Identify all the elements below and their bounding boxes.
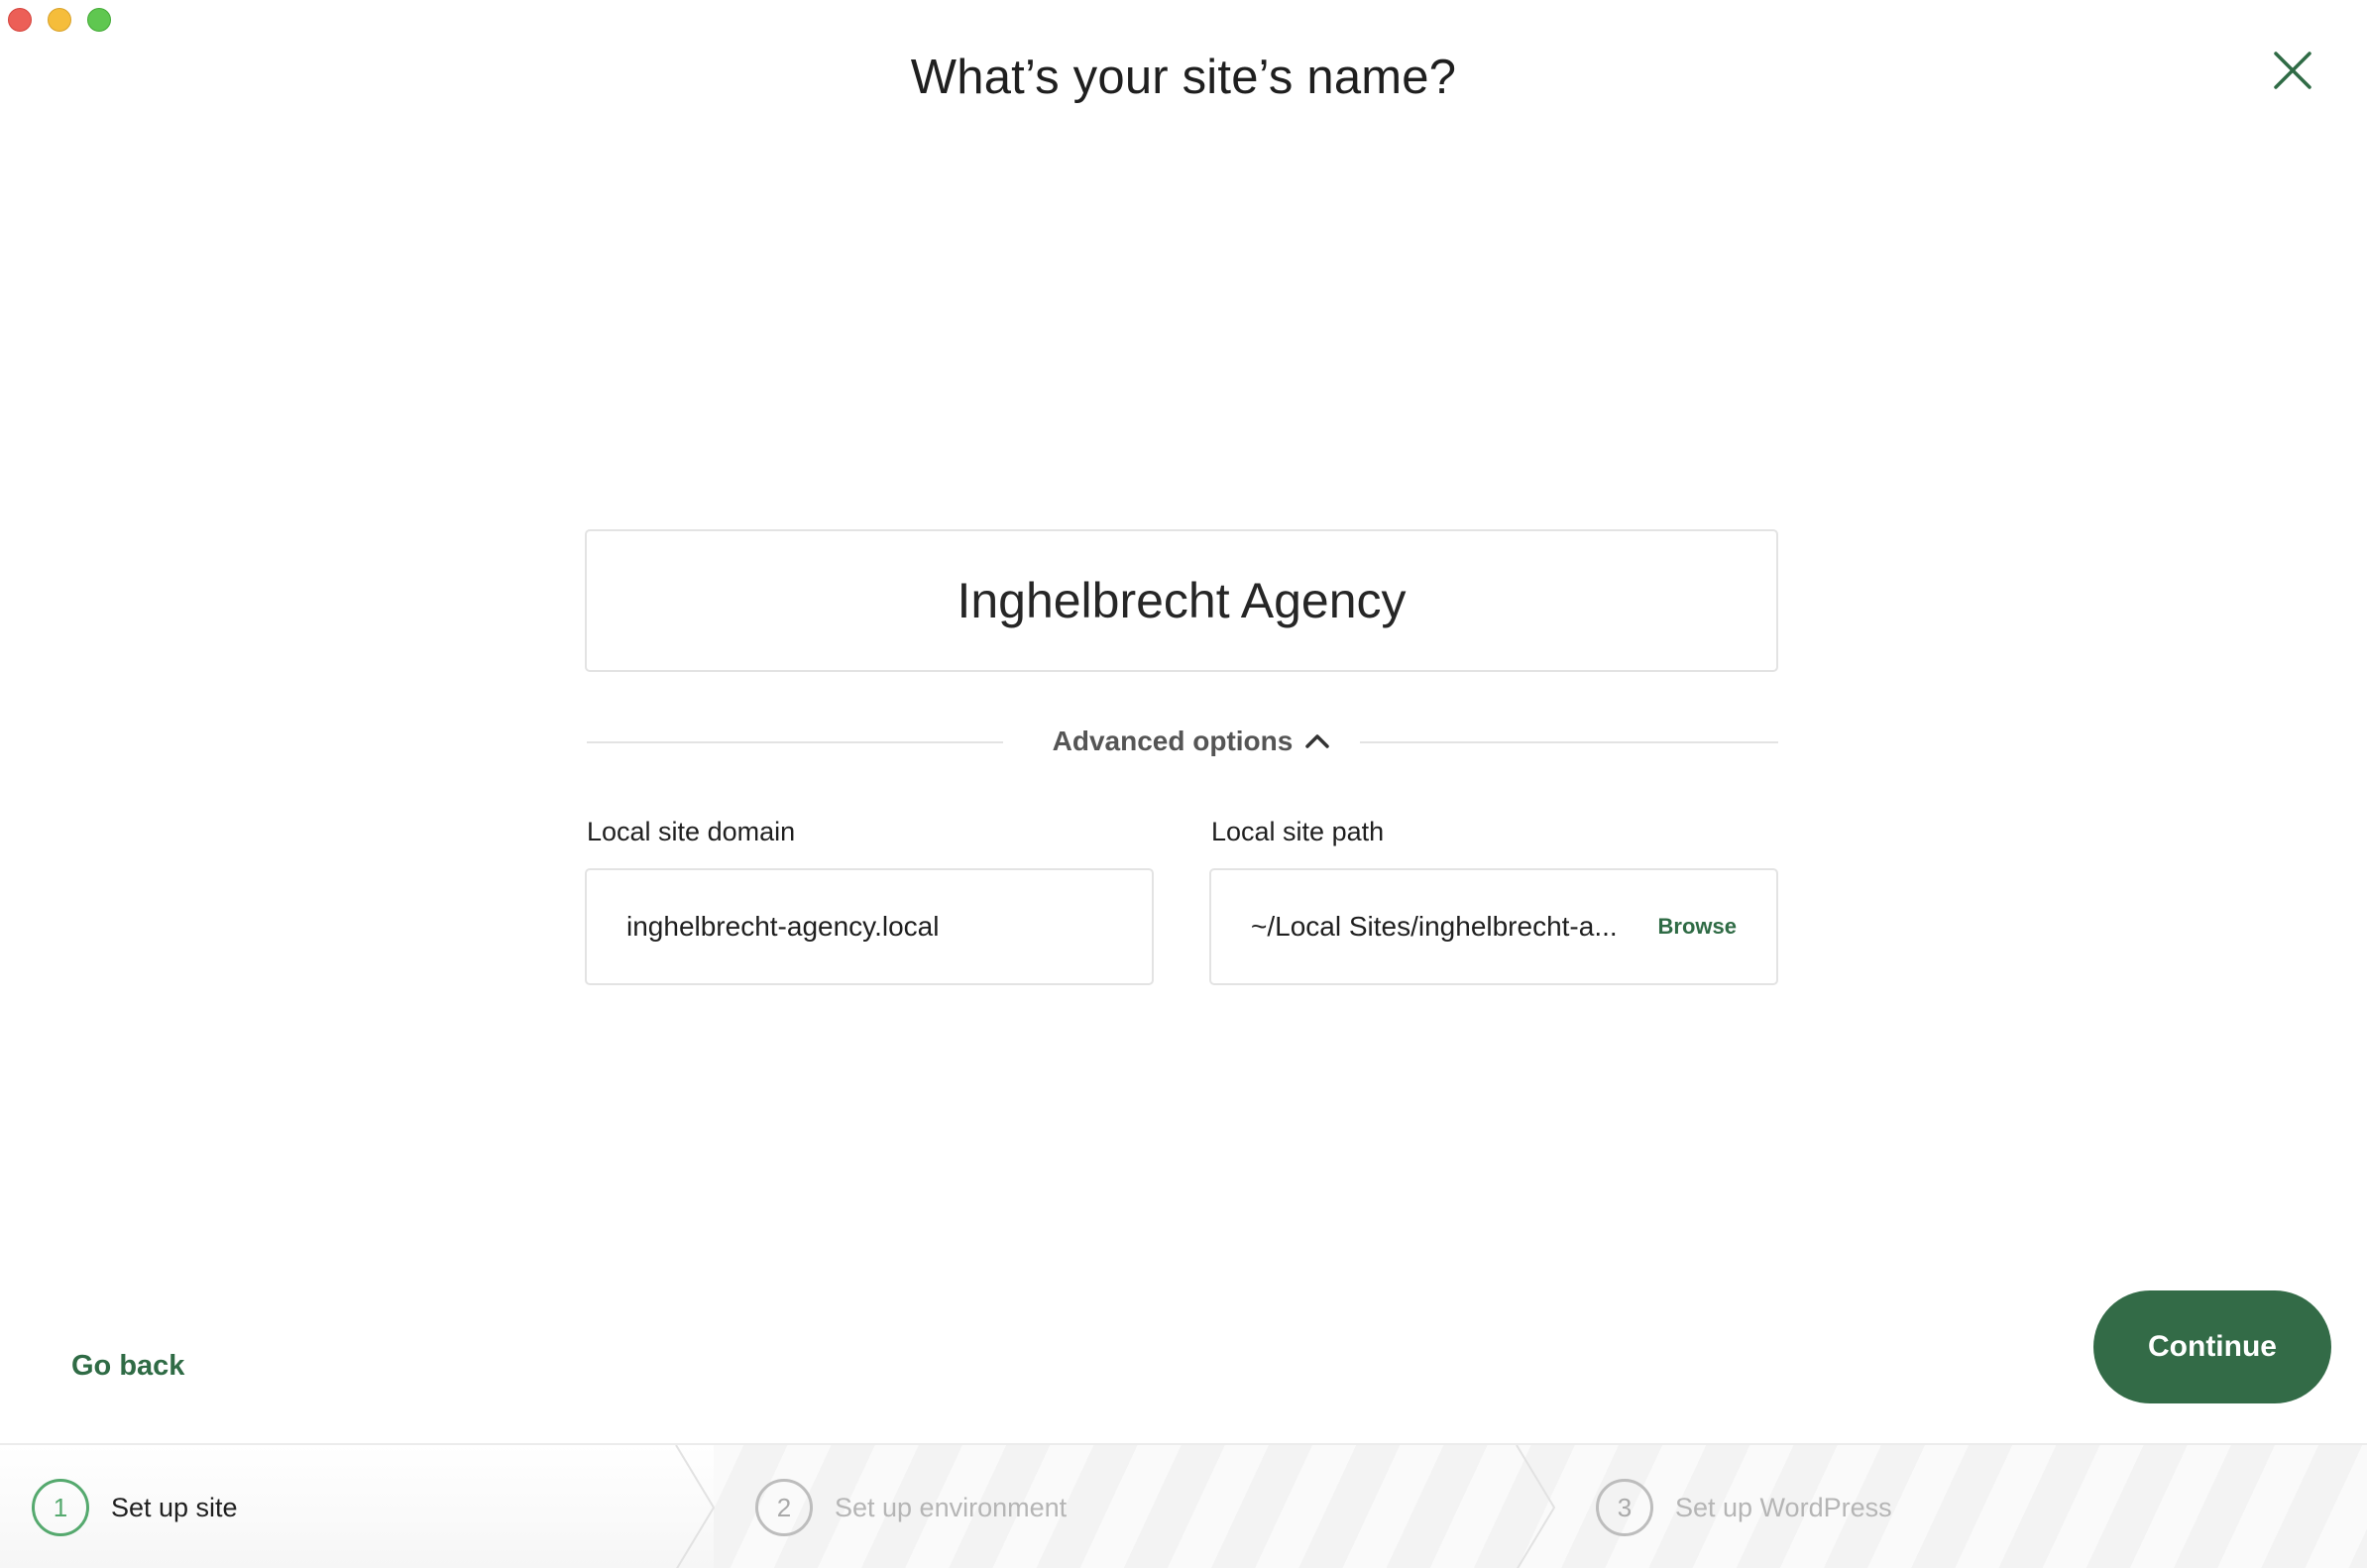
browse-button[interactable]: Browse xyxy=(1658,914,1737,940)
domain-value: inghelbrecht-agency.local xyxy=(626,911,940,942)
step-set-up-environment: 2 Set up environment xyxy=(755,1445,1067,1568)
continue-button[interactable]: Continue xyxy=(2093,1290,2331,1403)
step-number: 1 xyxy=(32,1479,89,1536)
path-field[interactable]: ~/Local Sites/inghelbrecht-a... Browse xyxy=(1209,868,1778,985)
close-icon[interactable] xyxy=(2270,48,2315,93)
go-back-link[interactable]: Go back xyxy=(71,1350,184,1383)
path-value: ~/Local Sites/inghelbrecht-a... xyxy=(1251,911,1618,942)
step-label: Set up environment xyxy=(835,1492,1068,1522)
step-number: 2 xyxy=(755,1479,813,1536)
step-set-up-site: 1 Set up site xyxy=(32,1445,238,1568)
progress-stepper: 1 Set up site 2 Set up environment 3 Set… xyxy=(0,1443,2367,1568)
divider-left xyxy=(587,741,1003,743)
window-minimize-button[interactable] xyxy=(48,8,71,32)
step-label: Set up site xyxy=(111,1492,238,1522)
window-maximize-button[interactable] xyxy=(87,8,111,32)
page-title: What’s your site’s name? xyxy=(910,51,1457,104)
window-controls xyxy=(8,8,111,32)
advanced-options-label: Advanced options xyxy=(1052,726,1294,756)
domain-label: Local site domain xyxy=(587,817,796,846)
step-divider-2 xyxy=(1516,1445,1556,1568)
step-label: Set up WordPress xyxy=(1675,1492,1892,1522)
advanced-options-row: Advanced options xyxy=(587,722,1778,761)
step-number: 3 xyxy=(1596,1479,1653,1536)
step-set-up-wordpress: 3 Set up WordPress xyxy=(1596,1445,1892,1568)
site-name-value: Inghelbrecht Agency xyxy=(957,573,1407,628)
site-name-input[interactable]: Inghelbrecht Agency xyxy=(585,529,1778,672)
divider-right xyxy=(1360,741,1778,743)
app-window: What’s your site’s name? Inghelbrecht Ag… xyxy=(0,0,2367,1568)
domain-field[interactable]: inghelbrecht-agency.local xyxy=(585,868,1154,985)
window-close-button[interactable] xyxy=(8,8,32,32)
chevron-up-icon xyxy=(1305,734,1330,748)
advanced-options-toggle[interactable]: Advanced options xyxy=(1043,722,1340,761)
path-label: Local site path xyxy=(1211,817,1385,846)
step-divider-1 xyxy=(675,1445,716,1568)
